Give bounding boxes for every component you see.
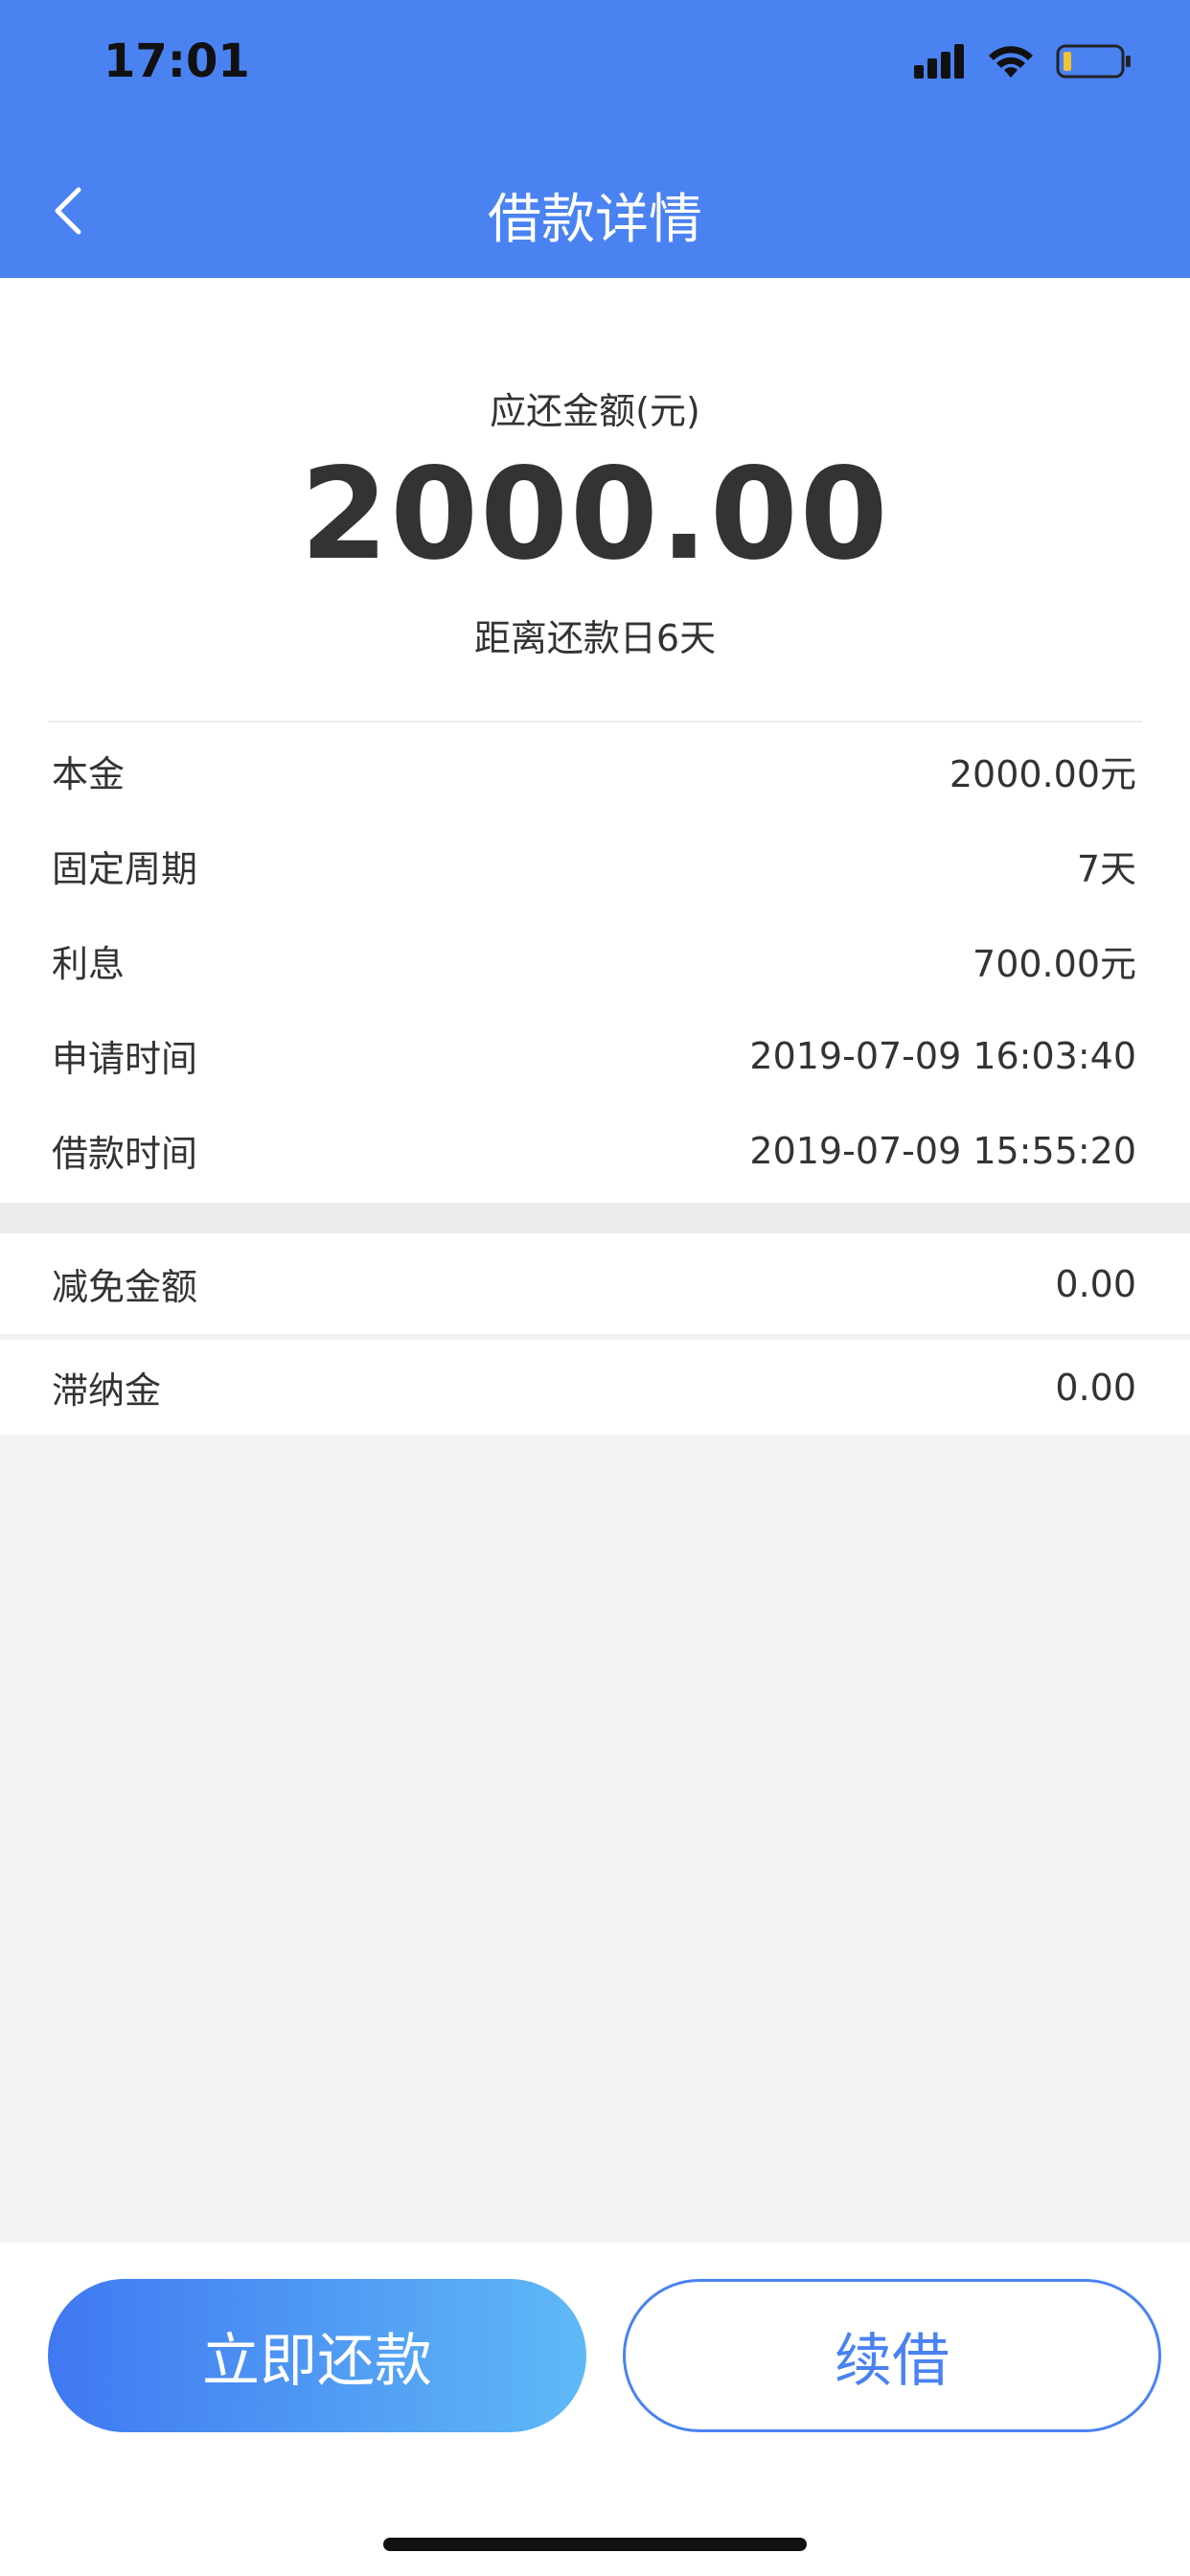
- detail-row-loan-time: 借款时间 2019-07-09 15:55:20: [0, 1103, 1190, 1198]
- amount-due-value: 2000.00: [300, 441, 890, 588]
- detail-label: 本金: [52, 753, 126, 795]
- detail-row-period: 固定周期 7天: [0, 818, 1190, 913]
- detail-row-apply-time: 申请时间 2019-07-09 16:03:40: [0, 1008, 1190, 1103]
- detail-label: 减免金额: [52, 1266, 198, 1308]
- battery-icon: [1056, 44, 1131, 79]
- detail-value: 0.00: [1055, 1262, 1136, 1305]
- detail-label: 借款时间: [52, 1133, 198, 1175]
- loan-details-list: 本金 2000.00元 固定周期 7天 利息 700.00元 申请时间 2019…: [0, 724, 1190, 1203]
- header: 17:01 借款详情: [0, 0, 1190, 278]
- section-gap: [0, 1203, 1190, 1233]
- page-title: 借款详情: [488, 189, 702, 251]
- status-icons: [914, 42, 1133, 80]
- action-bar: 立即还款 续借: [0, 2242, 1190, 2576]
- fees-list: 减免金额 0.00 滞纳金 0.00: [0, 1233, 1190, 1435]
- detail-row-waived-amount: 减免金额 0.00: [0, 1233, 1190, 1334]
- detail-row-late-fee: 滞纳金 0.00: [0, 1340, 1190, 1435]
- detail-value: 0.00: [1055, 1366, 1136, 1409]
- detail-value: 700.00元: [973, 943, 1136, 985]
- amount-summary: 应还金额(元) 2000.00 距离还款日6天: [0, 278, 1190, 724]
- detail-value: 2019-07-09 15:55:20: [749, 1129, 1136, 1172]
- home-indicator[interactable]: [383, 2538, 807, 2551]
- detail-value: 2000.00元: [949, 753, 1136, 795]
- wifi-icon: [989, 46, 1033, 78]
- status-time: 17:01: [103, 34, 250, 88]
- detail-value: 7天: [1076, 848, 1136, 890]
- days-until-due: 距离还款日6天: [473, 617, 717, 659]
- signal-icon: [914, 44, 964, 79]
- detail-value: 2019-07-09 16:03:40: [749, 1034, 1136, 1077]
- detail-label: 固定周期: [52, 848, 198, 890]
- nav-bar: 借款详情: [0, 144, 1190, 278]
- detail-row-principal: 本金 2000.00元: [0, 724, 1190, 818]
- divider: [48, 721, 1142, 723]
- amount-due-label: 应还金额(元): [490, 390, 700, 432]
- detail-label: 申请时间: [52, 1038, 198, 1080]
- detail-row-interest: 利息 700.00元: [0, 913, 1190, 1008]
- status-bar: 17:01: [0, 0, 1190, 125]
- detail-label: 利息: [52, 943, 126, 985]
- repay-now-button[interactable]: 立即还款: [48, 2279, 586, 2432]
- renew-loan-button[interactable]: 续借: [623, 2279, 1161, 2432]
- detail-label: 滞纳金: [52, 1369, 162, 1412]
